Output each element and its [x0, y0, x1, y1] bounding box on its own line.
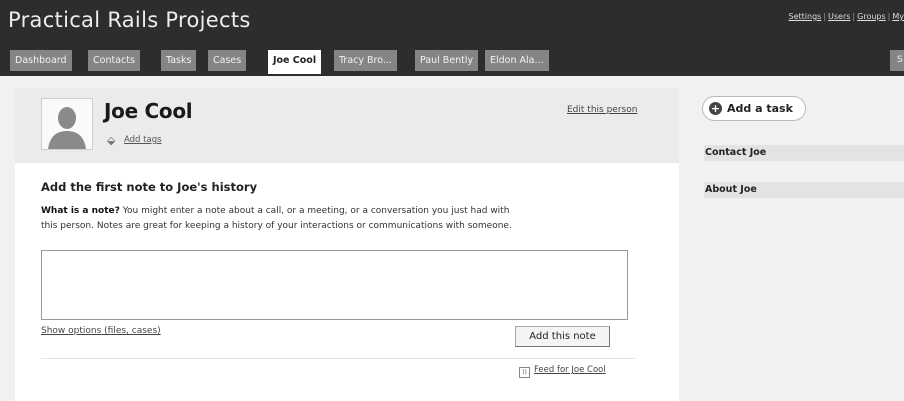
avatar [41, 98, 93, 150]
tab-overflow[interactable]: S [890, 50, 904, 71]
sidebar: + Add a task Contact Joe About Joe [690, 88, 904, 401]
tab-tracy-bro[interactable]: Tracy Bro... [334, 50, 397, 71]
rss-feed-icon[interactable]: )) [519, 367, 530, 378]
main-panel: Joe Cool ⬙ Add tags Edit this person Add… [15, 88, 679, 401]
tab-dashboard[interactable]: Dashboard [10, 50, 72, 71]
groups-link[interactable]: Groups [857, 12, 886, 21]
tab-joe-cool[interactable]: Joe Cool [268, 50, 322, 74]
tab-contacts[interactable]: Contacts [88, 50, 140, 71]
person-silhouette-icon [42, 99, 92, 149]
plus-icon: + [709, 102, 722, 115]
note-help-line1: You might enter a note about a call, or … [119, 206, 510, 216]
add-tags-link[interactable]: Add tags [124, 135, 162, 145]
add-task-label: Add a task [727, 102, 793, 115]
tab-paul-bently[interactable]: Paul Bently [415, 50, 479, 71]
note-heading: Add the first note to Joe's history [41, 180, 258, 194]
show-options-link[interactable]: Show options (files, cases) [41, 326, 161, 336]
tab-eldon-ala[interactable]: Eldon Ala... [485, 50, 549, 71]
settings-link[interactable]: Settings [789, 12, 822, 21]
note-help-line2: this person. Notes are great for keeping… [41, 221, 512, 231]
app-header: Practical Rails Projects Settings | Users |… [0, 0, 904, 76]
about-section-header[interactable]: About Joe [704, 182, 904, 198]
note-textarea[interactable] [41, 250, 628, 320]
person-name: Joe Cool [104, 99, 193, 123]
note-help-text: What is a note? You might enter a note a… [41, 204, 641, 234]
app-title: Practical Rails Projects [8, 8, 251, 32]
contact-section-header[interactable]: Contact Joe [704, 145, 904, 161]
note-help-bold: What is a note? [41, 206, 120, 216]
feed-link[interactable]: Feed for Joe Cool [534, 365, 606, 375]
top-links: Settings | Users | Groups | My [788, 12, 904, 21]
tab-cases[interactable]: Cases [208, 50, 247, 71]
divider [41, 358, 635, 359]
my-link[interactable]: My [892, 12, 904, 21]
person-header: Joe Cool ⬙ Add tags Edit this person [15, 88, 679, 163]
tab-tasks[interactable]: Tasks [161, 50, 197, 71]
add-note-button[interactable]: Add this note [515, 326, 610, 347]
add-task-button[interactable]: + Add a task [702, 96, 806, 121]
tag-icon: ⬙ [107, 134, 116, 147]
edit-person-link[interactable]: Edit this person [567, 105, 637, 115]
users-link[interactable]: Users [828, 12, 850, 21]
